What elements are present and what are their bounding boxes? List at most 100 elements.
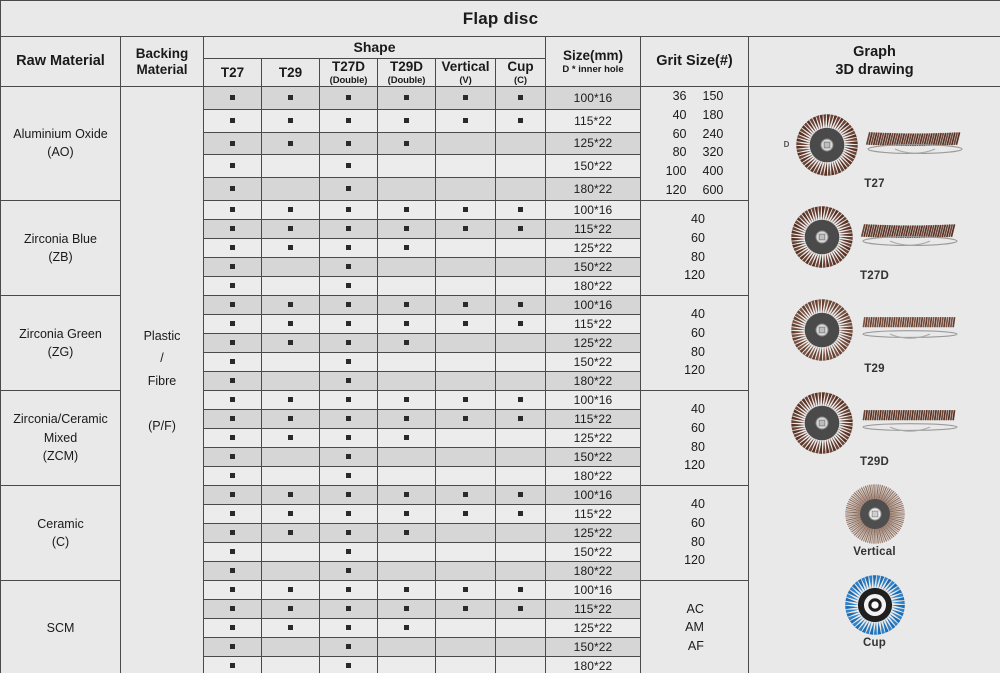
- graph-figure-t27d: T27D: [749, 205, 1000, 282]
- grit-value: 60: [691, 420, 705, 435]
- shape-sub-2: (Double): [329, 74, 368, 86]
- shape-availability-t27d: [319, 636, 378, 657]
- availability-dot: [404, 415, 409, 421]
- availability-dot: [404, 301, 409, 307]
- shape-availability-cup: [495, 313, 546, 334]
- availability-dot: [518, 95, 523, 101]
- shape-availability-cup: [495, 636, 546, 657]
- col-header-shape-t29: T29: [261, 57, 320, 88]
- graph-figure-t27: D T27: [749, 113, 1000, 190]
- shape-availability-vertical: [435, 541, 496, 562]
- col-header-shape-t27d: T27D (Double): [319, 57, 378, 88]
- grit-size-group-3: 40 60 80 120: [640, 389, 749, 486]
- sheet-title: Flap disc: [0, 0, 1000, 37]
- availability-dot: [404, 396, 409, 402]
- col-header-shape-t27: T27: [203, 57, 262, 88]
- raw-material-line1-0: Aluminium Oxide: [13, 127, 108, 142]
- shape-availability-t27: [203, 86, 262, 110]
- availability-dot: [288, 206, 293, 212]
- graph-figure-t29: T29: [749, 298, 1000, 375]
- grit-value: 400: [702, 164, 724, 179]
- shape-availability-cup: [495, 294, 546, 315]
- shape-availability-t27: [203, 522, 262, 543]
- availability-dot: [404, 434, 409, 440]
- shape-availability-t29: [261, 465, 320, 486]
- shape-availability-t27d: [319, 154, 378, 178]
- grit-value: 120: [684, 458, 705, 473]
- shape-availability-vertical: [435, 484, 496, 505]
- shape-availability-t29d: [377, 86, 436, 110]
- availability-dot: [518, 510, 523, 516]
- shape-availability-vertical: [435, 522, 496, 543]
- shape-availability-t27: [203, 332, 262, 353]
- availability-dot: [346, 662, 351, 668]
- size-value: 150*22: [545, 154, 641, 178]
- shape-sub-5: (C): [514, 74, 527, 86]
- shape-availability-t27d: [319, 176, 378, 201]
- shape-availability-t27: [203, 389, 262, 410]
- shape-availability-cup: [495, 108, 546, 133]
- shape-name-2: T27D: [331, 59, 365, 74]
- shape-availability-t27: [203, 598, 262, 619]
- flap-disc-spec-table: Flap disc Raw Material Backing Material …: [0, 0, 1000, 673]
- shape-availability-t27: [203, 294, 262, 315]
- shape-availability-t29: [261, 294, 320, 315]
- graph-figure-vertical: Vertical: [749, 483, 1000, 558]
- availability-dot: [230, 624, 235, 630]
- shape-availability-t29: [261, 560, 320, 581]
- grit-value: 36: [672, 89, 687, 104]
- availability-dot: [230, 301, 235, 307]
- grit-value: AF: [687, 639, 704, 653]
- shape-availability-t29: [261, 275, 320, 296]
- shape-availability-t29d: [377, 370, 436, 391]
- availability-dot: [346, 510, 351, 516]
- availability-dot: [463, 415, 468, 421]
- availability-dot: [463, 491, 468, 497]
- grit-value: 80: [691, 249, 705, 264]
- availability-dot: [463, 301, 468, 307]
- raw-material-line2-0: (AO): [47, 145, 74, 160]
- shape-availability-cup: [495, 154, 546, 178]
- availability-dot: [346, 415, 351, 421]
- col-header-shape-cup: Cup (C): [495, 57, 546, 88]
- graph-label-1: T27D: [860, 270, 889, 283]
- availability-dot: [346, 186, 351, 192]
- availability-dot: [230, 282, 235, 288]
- shape-availability-cup: [495, 86, 546, 110]
- size-value: 115*22: [545, 503, 641, 524]
- shape-availability-t27d: [319, 503, 378, 524]
- shape-availability-t29d: [377, 108, 436, 133]
- shape-availability-t29d: [377, 199, 436, 220]
- size-value: 180*22: [545, 275, 641, 296]
- graph-column: D T27 T27D T29 T29D Vertical Cup: [747, 86, 1000, 673]
- availability-dot: [288, 586, 293, 592]
- shape-name-1: T29: [278, 64, 303, 80]
- availability-dot: [463, 225, 468, 231]
- shape-availability-t27d: [319, 199, 378, 220]
- raw-material-line3-3: (ZCM): [42, 448, 79, 463]
- grit-value: 320: [702, 145, 724, 160]
- grit-value: 80: [672, 145, 687, 160]
- shape-availability-t27d: [319, 617, 378, 638]
- shape-availability-t29d: [377, 176, 436, 201]
- shape-availability-t29: [261, 332, 320, 353]
- shape-availability-cup: [495, 332, 546, 353]
- shape-availability-t27d: [319, 256, 378, 277]
- grit-value: 240: [702, 126, 724, 141]
- graph-line2: 3D drawing: [835, 61, 914, 78]
- availability-dot: [230, 586, 235, 592]
- availability-dot: [518, 415, 523, 421]
- shape-availability-vertical: [435, 275, 496, 296]
- grit-value: 40: [691, 402, 705, 417]
- availability-dot: [346, 377, 351, 383]
- availability-dot: [288, 140, 293, 146]
- availability-dot: [404, 586, 409, 592]
- shape-availability-cup: [495, 541, 546, 562]
- shape-availability-t29: [261, 256, 320, 277]
- shape-availability-t29d: [377, 389, 436, 410]
- size-value: 180*22: [545, 176, 641, 201]
- shape-availability-t27d: [319, 275, 378, 296]
- grit-value: AM: [685, 620, 704, 635]
- availability-dot: [518, 225, 523, 231]
- shape-availability-t29d: [377, 636, 436, 657]
